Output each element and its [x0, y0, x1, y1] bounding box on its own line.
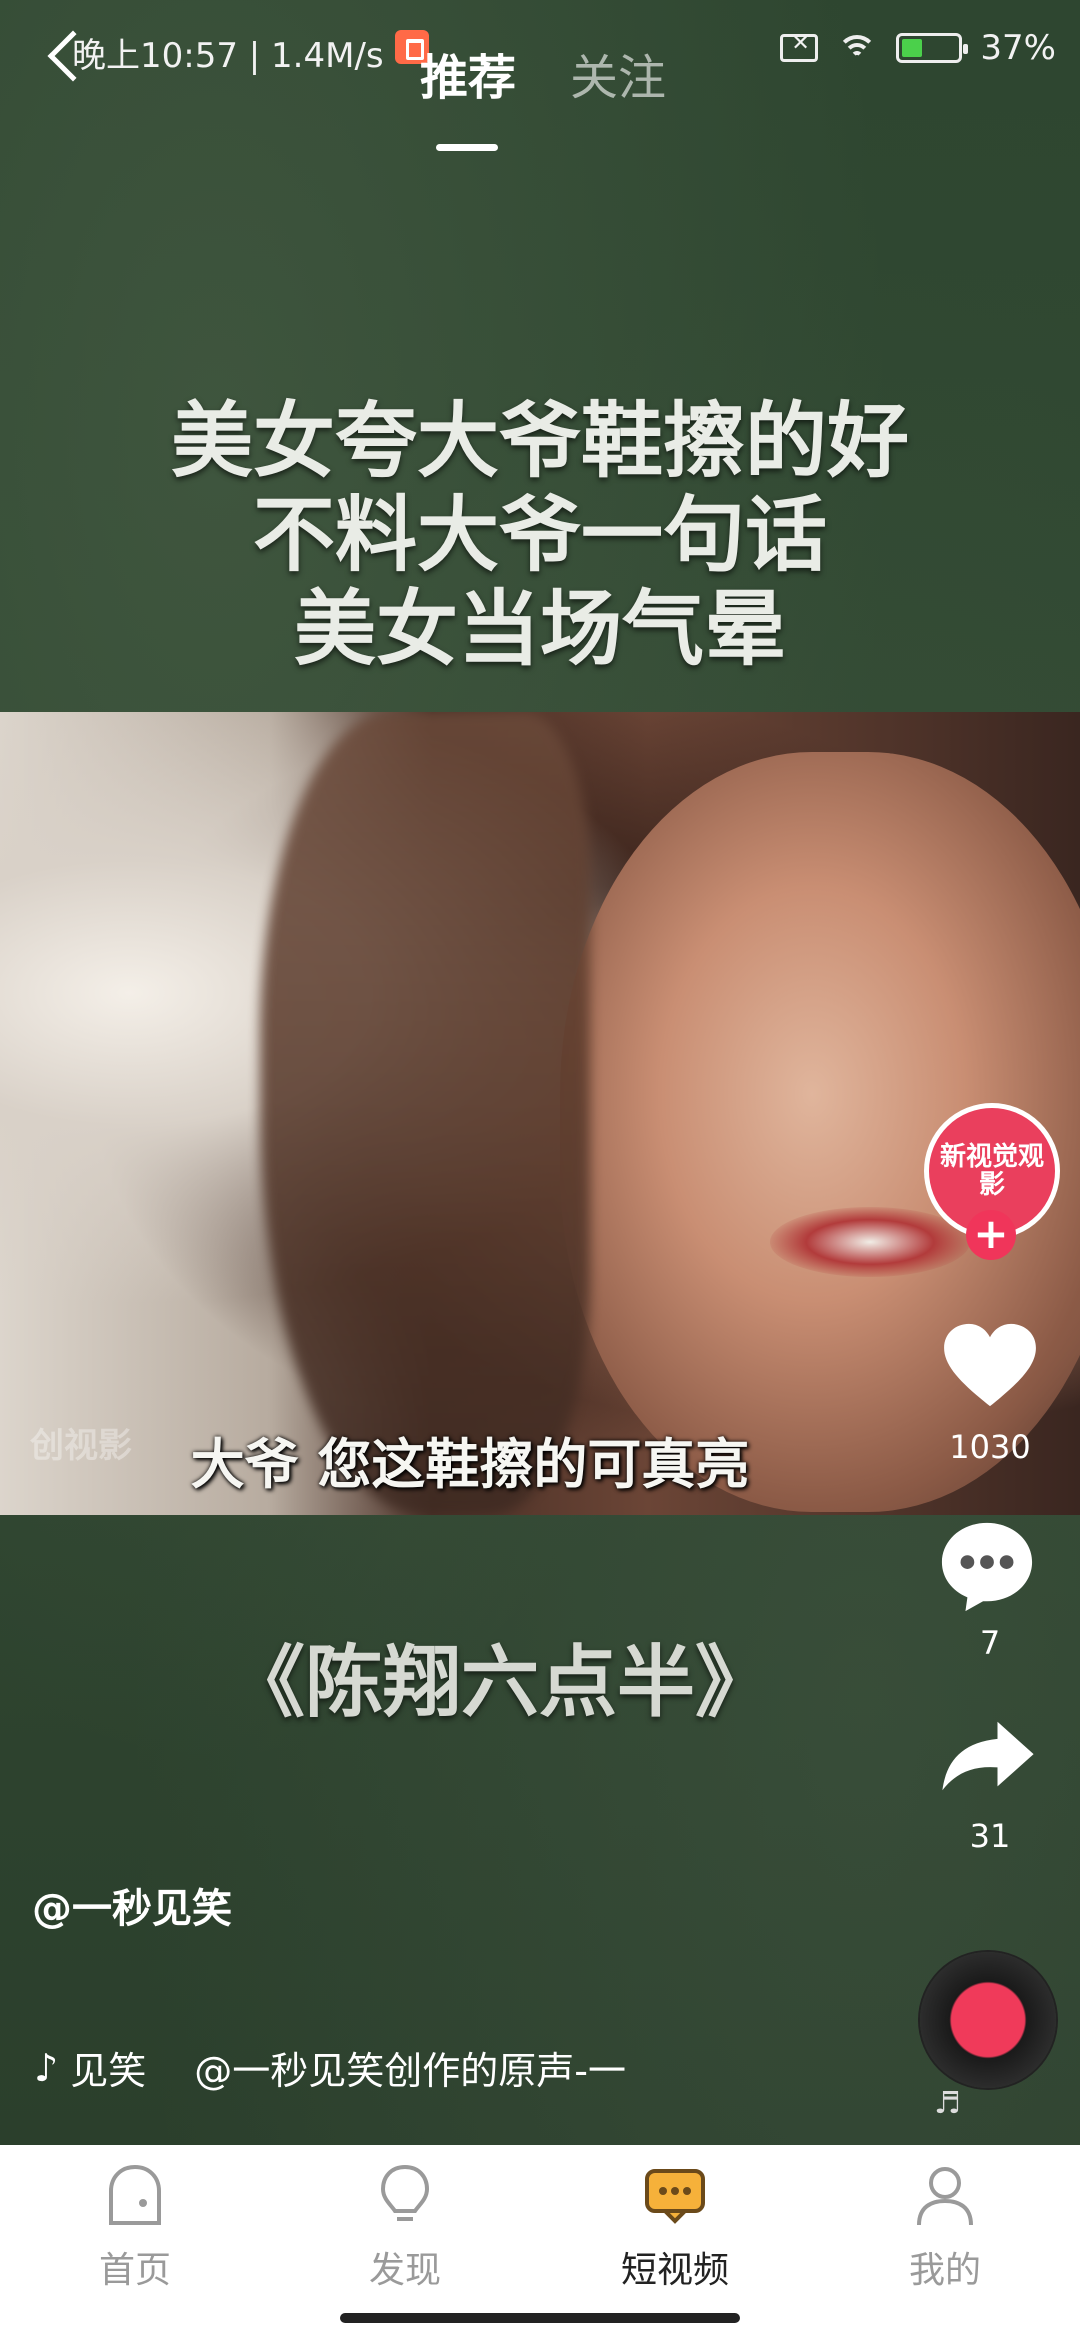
video-frame — [0, 712, 1080, 1515]
share-arrow-icon[interactable] — [940, 1718, 1036, 1794]
nav-short-video[interactable]: 短视频 — [585, 2163, 765, 2293]
bottom-nav: 首页 发现 短视频 我的 — [0, 2145, 1080, 2340]
avatar-text: 新视觉观影 — [939, 1142, 1044, 1200]
nav-home[interactable]: 首页 — [45, 2163, 225, 2293]
nav-home-label: 首页 — [98, 2250, 171, 2291]
profile-icon — [917, 2167, 973, 2226]
headline-line-1: 美女夸大爷鞋擦的好 — [170, 394, 909, 489]
video-overlay-title: 《陈翔六点半》 — [226, 1638, 773, 1728]
author-name[interactable]: @一秒见笑 — [32, 1876, 232, 1934]
lightbulb-icon — [380, 2164, 430, 2221]
headline-line-3: 美女当场气晕 — [293, 582, 786, 677]
music-note-icon: ♬ — [934, 2086, 961, 2121]
music-info[interactable]: ♪ 见笑 @一秒见笑创作的原声-一 — [34, 2040, 626, 2095]
follow-button[interactable]: + — [966, 1210, 1016, 1260]
home-icon — [109, 2164, 161, 2225]
active-tab-indicator — [436, 144, 498, 151]
top-tabs: 推荐 关注 — [0, 38, 1080, 151]
tab-recommend[interactable]: 推荐 — [420, 38, 516, 108]
short-video-icon — [645, 2169, 705, 2224]
comment-bubble-icon[interactable] — [938, 1518, 1036, 1614]
tiktok-note-icon: ♪ — [34, 2045, 59, 2090]
headline-line-2: 不料大爷一句话 — [252, 488, 827, 583]
like-heart-icon[interactable] — [942, 1322, 1038, 1410]
music-title: @一秒见笑创作的原声-一 — [194, 2049, 626, 2093]
woman-smile — [770, 1207, 970, 1277]
share-count: 31 — [969, 1817, 1011, 1855]
video-headline: 美女夸大爷鞋擦的好 不料大爷一句话 美女当场气晕 — [0, 395, 1080, 677]
music-tag: 见笑 — [70, 2049, 147, 2093]
comment-count: 7 — [979, 1624, 1001, 1662]
nav-discover-label: 发现 — [368, 2250, 441, 2291]
like-count: 1030 — [949, 1428, 1031, 1466]
nav-profile-label: 我的 — [908, 2250, 981, 2291]
tab-following[interactable]: 关注 — [570, 38, 666, 108]
music-disc-icon[interactable] — [920, 1952, 1056, 2088]
nav-profile[interactable]: 我的 — [855, 2163, 1035, 2293]
nav-discover[interactable]: 发现 — [315, 2163, 495, 2293]
nav-short-video-label: 短视频 — [620, 2250, 729, 2291]
woman-hair — [260, 712, 590, 1515]
home-indicator[interactable] — [340, 2313, 740, 2323]
